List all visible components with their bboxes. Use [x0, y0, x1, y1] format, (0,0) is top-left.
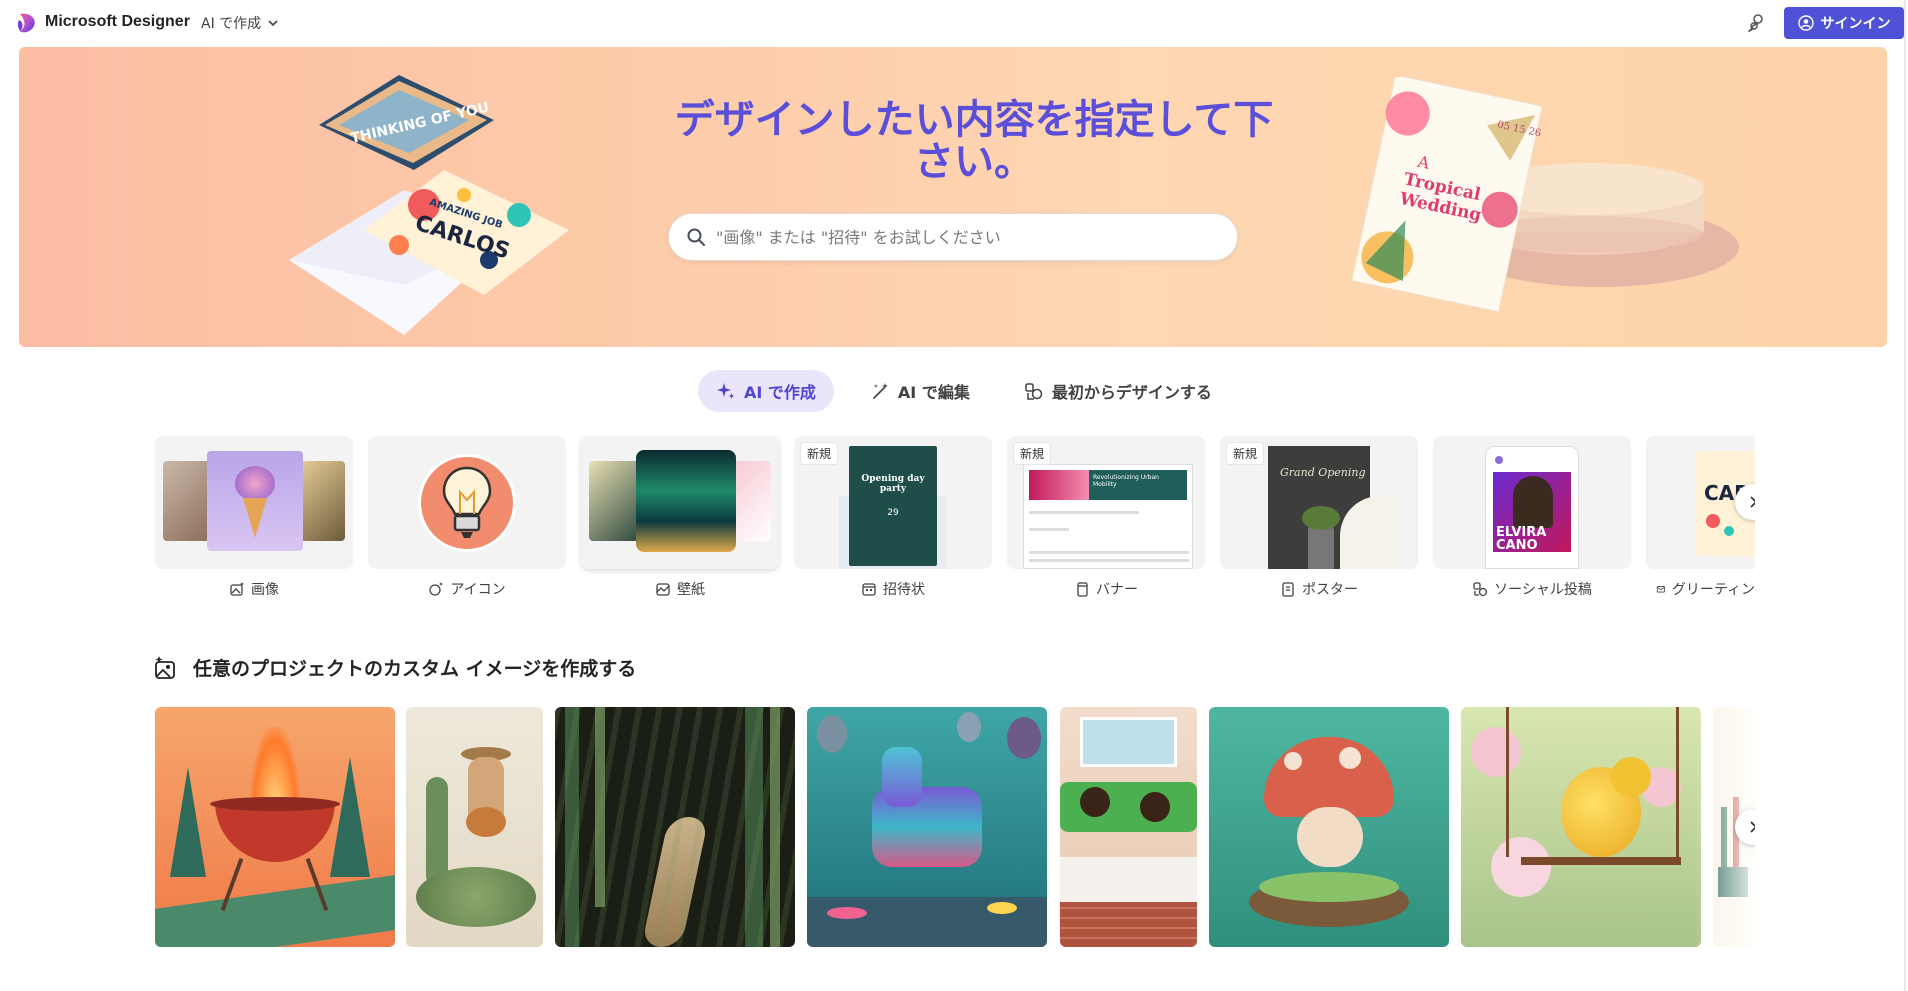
signin-button[interactable]: サインイン	[1784, 7, 1904, 39]
category-icon-thumb	[368, 436, 566, 569]
hero-title: デザインしたい内容を指定して下さい。	[674, 97, 1274, 185]
invitation-thumb-text: Opening day party	[861, 474, 925, 494]
signin-label: サインイン	[1820, 16, 1891, 32]
category-wallpaper[interactable]: 壁紙	[581, 436, 779, 599]
mail-icon	[1656, 586, 1665, 593]
page-scrollbar[interactable]	[1904, 0, 1906, 991]
category-poster-thumb: Grand Opening 新規	[1220, 436, 1418, 569]
designer-logo-icon[interactable]	[17, 12, 37, 34]
category-social-post-label-row: ソーシャル投稿	[1433, 579, 1631, 599]
category-carousel: 画像 アイコン 壁紙 Opening day party 29 新規 招待状 R…	[155, 436, 1755, 606]
gallery-image-cactus-guitarist[interactable]	[406, 707, 543, 947]
chevron-down-icon	[268, 20, 278, 27]
gallery-image-mushroom-character[interactable]	[1209, 707, 1449, 947]
prompt-search-box[interactable]	[668, 213, 1238, 261]
tab-design-from-scratch-label: 最初からデザインする	[1051, 383, 1212, 402]
poster-thumb-text: Grand Opening	[1280, 466, 1366, 479]
category-invitation-thumb: Opening day party 29 新規	[794, 436, 992, 569]
category-social-post[interactable]: ELVIRA CANO ソーシャル投稿	[1433, 436, 1631, 599]
section-title: 任意のプロジェクトのカスタム イメージを作成する	[193, 658, 637, 680]
tab-ai-create[interactable]: AI で作成	[698, 370, 834, 412]
invitation-thumb-date: 29	[887, 508, 899, 518]
image-sparkle-icon	[155, 655, 175, 679]
sparkle-icon	[717, 383, 735, 399]
category-image-label-row: 画像	[155, 579, 353, 599]
app-name[interactable]: Microsoft Designer	[45, 13, 190, 31]
category-social-post-thumb: ELVIRA CANO	[1433, 436, 1631, 569]
social-post-icon	[1473, 582, 1488, 597]
category-greeting-label-row: グリーティン	[1646, 579, 1755, 599]
hero-banner: THINKING OF YOU AMAZING JOB CARLOS デザインし…	[19, 47, 1887, 347]
image-sparkle-icon	[230, 582, 244, 596]
gallery-image-yellow-bird[interactable]	[1461, 707, 1701, 947]
category-wallpaper-thumb	[581, 436, 779, 569]
tab-ai-edit[interactable]: AI で編集	[852, 370, 988, 412]
category-invitation[interactable]: Opening day party 29 新規 招待状	[794, 436, 992, 599]
prompt-input[interactable]	[716, 227, 1237, 247]
gallery-image-bbq-grill[interactable]	[155, 707, 395, 947]
category-image[interactable]: 画像	[155, 436, 353, 599]
gallery-image-pinata-party[interactable]	[807, 707, 1047, 947]
category-banner[interactable]: Revolutionizing Urban Mobility 新規 バナー	[1007, 436, 1205, 599]
search-icon	[687, 228, 705, 246]
shapes-icon	[1025, 383, 1043, 400]
section-header: 任意のプロジェクトのカスタム イメージを作成する	[153, 654, 636, 681]
account-switch-icon[interactable]	[1746, 12, 1768, 34]
category-icon-label-row: アイコン	[368, 579, 566, 599]
new-badge: 新規	[1226, 442, 1265, 465]
mode-dropdown-label: AI で作成	[201, 16, 262, 32]
category-icon-label: アイコン	[450, 582, 506, 598]
banner-icon	[1077, 582, 1088, 597]
category-poster-label-row: ポスター	[1220, 579, 1418, 599]
icon-sparkle-icon	[429, 582, 444, 596]
lightbulb-icon	[442, 466, 492, 538]
calendar-icon	[862, 583, 876, 596]
wallpaper-icon	[656, 583, 670, 596]
banner-thumb-text: Revolutionizing Urban Mobility	[1093, 474, 1159, 488]
category-banner-label: バナー	[1096, 582, 1138, 598]
magic-wand-icon	[873, 383, 888, 399]
category-icon[interactable]: アイコン	[368, 436, 566, 599]
top-bar: Microsoft Designer AI で作成 サインイン	[0, 0, 1908, 46]
tab-ai-edit-label: AI で編集	[897, 383, 970, 402]
category-wallpaper-label: 壁紙	[677, 582, 705, 598]
mode-tabs: AI で作成 AI で編集 最初からデザインする	[698, 370, 1230, 412]
tab-design-from-scratch[interactable]: 最初からデザインする	[1006, 370, 1230, 412]
image-gallery	[155, 707, 1755, 947]
mode-dropdown[interactable]: AI で作成	[201, 13, 279, 33]
person-circle-icon	[1797, 15, 1814, 31]
new-badge: 新規	[1013, 442, 1052, 465]
category-invitation-label-row: 招待状	[794, 579, 992, 599]
new-badge: 新規	[800, 442, 839, 465]
tab-ai-create-label: AI で作成	[744, 383, 816, 402]
chevron-right-icon	[1750, 496, 1755, 508]
category-wallpaper-label-row: 壁紙	[581, 579, 779, 599]
category-greeting[interactable]: CAR グリーティン	[1646, 436, 1755, 599]
category-poster[interactable]: Grand Opening 新規 ポスター	[1220, 436, 1418, 599]
category-social-post-label: ソーシャル投稿	[1494, 582, 1592, 598]
poster-icon	[1282, 582, 1294, 597]
wedding-invite-illustration: 05 15 26 A Tropical Wedding	[1351, 77, 1739, 313]
category-image-thumb	[155, 436, 353, 569]
greeting-cards-illustration: THINKING OF YOU AMAZING JOB CARLOS	[289, 75, 569, 335]
gallery-image-kids-reading[interactable]	[1060, 707, 1197, 947]
category-invitation-label: 招待状	[883, 582, 925, 598]
category-greeting-label: グリーティン	[1671, 582, 1755, 598]
category-poster-label: ポスター	[1302, 582, 1358, 598]
category-banner-label-row: バナー	[1007, 579, 1205, 599]
chevron-right-icon	[1750, 821, 1755, 833]
gallery-image-forest-path[interactable]	[555, 707, 795, 947]
category-image-label: 画像	[251, 582, 279, 598]
social-thumb-text: ELVIRA CANO	[1496, 525, 1547, 553]
category-banner-thumb: Revolutionizing Urban Mobility 新規	[1007, 436, 1205, 569]
